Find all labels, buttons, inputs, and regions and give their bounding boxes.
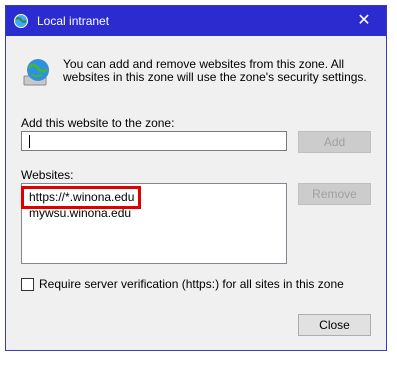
require-verification-label[interactable]: Require server verification (https:) for… (39, 277, 344, 291)
globe-shield-icon (14, 14, 28, 28)
close-window-button[interactable]: ✕ (342, 6, 386, 36)
require-verification-checkbox[interactable] (21, 278, 34, 291)
close-icon: ✕ (357, 12, 371, 29)
websites-label: Websites: (21, 168, 74, 182)
title-bar[interactable]: Local intranet ✕ (6, 6, 386, 36)
close-button[interactable]: Close (298, 314, 371, 336)
info-text: You can add and remove websites from thi… (63, 57, 367, 84)
website-input[interactable] (21, 131, 287, 151)
dialog-window: Local intranet ✕ You can add and remove … (5, 5, 387, 351)
text-caret (29, 135, 30, 148)
window-title: Local intranet (37, 14, 110, 28)
add-website-label: Add this website to the zone: (21, 116, 175, 130)
globe-info-icon (23, 59, 49, 86)
remove-button[interactable]: Remove (298, 183, 371, 205)
add-button[interactable]: Add (298, 131, 371, 153)
highlight-box (21, 186, 141, 209)
